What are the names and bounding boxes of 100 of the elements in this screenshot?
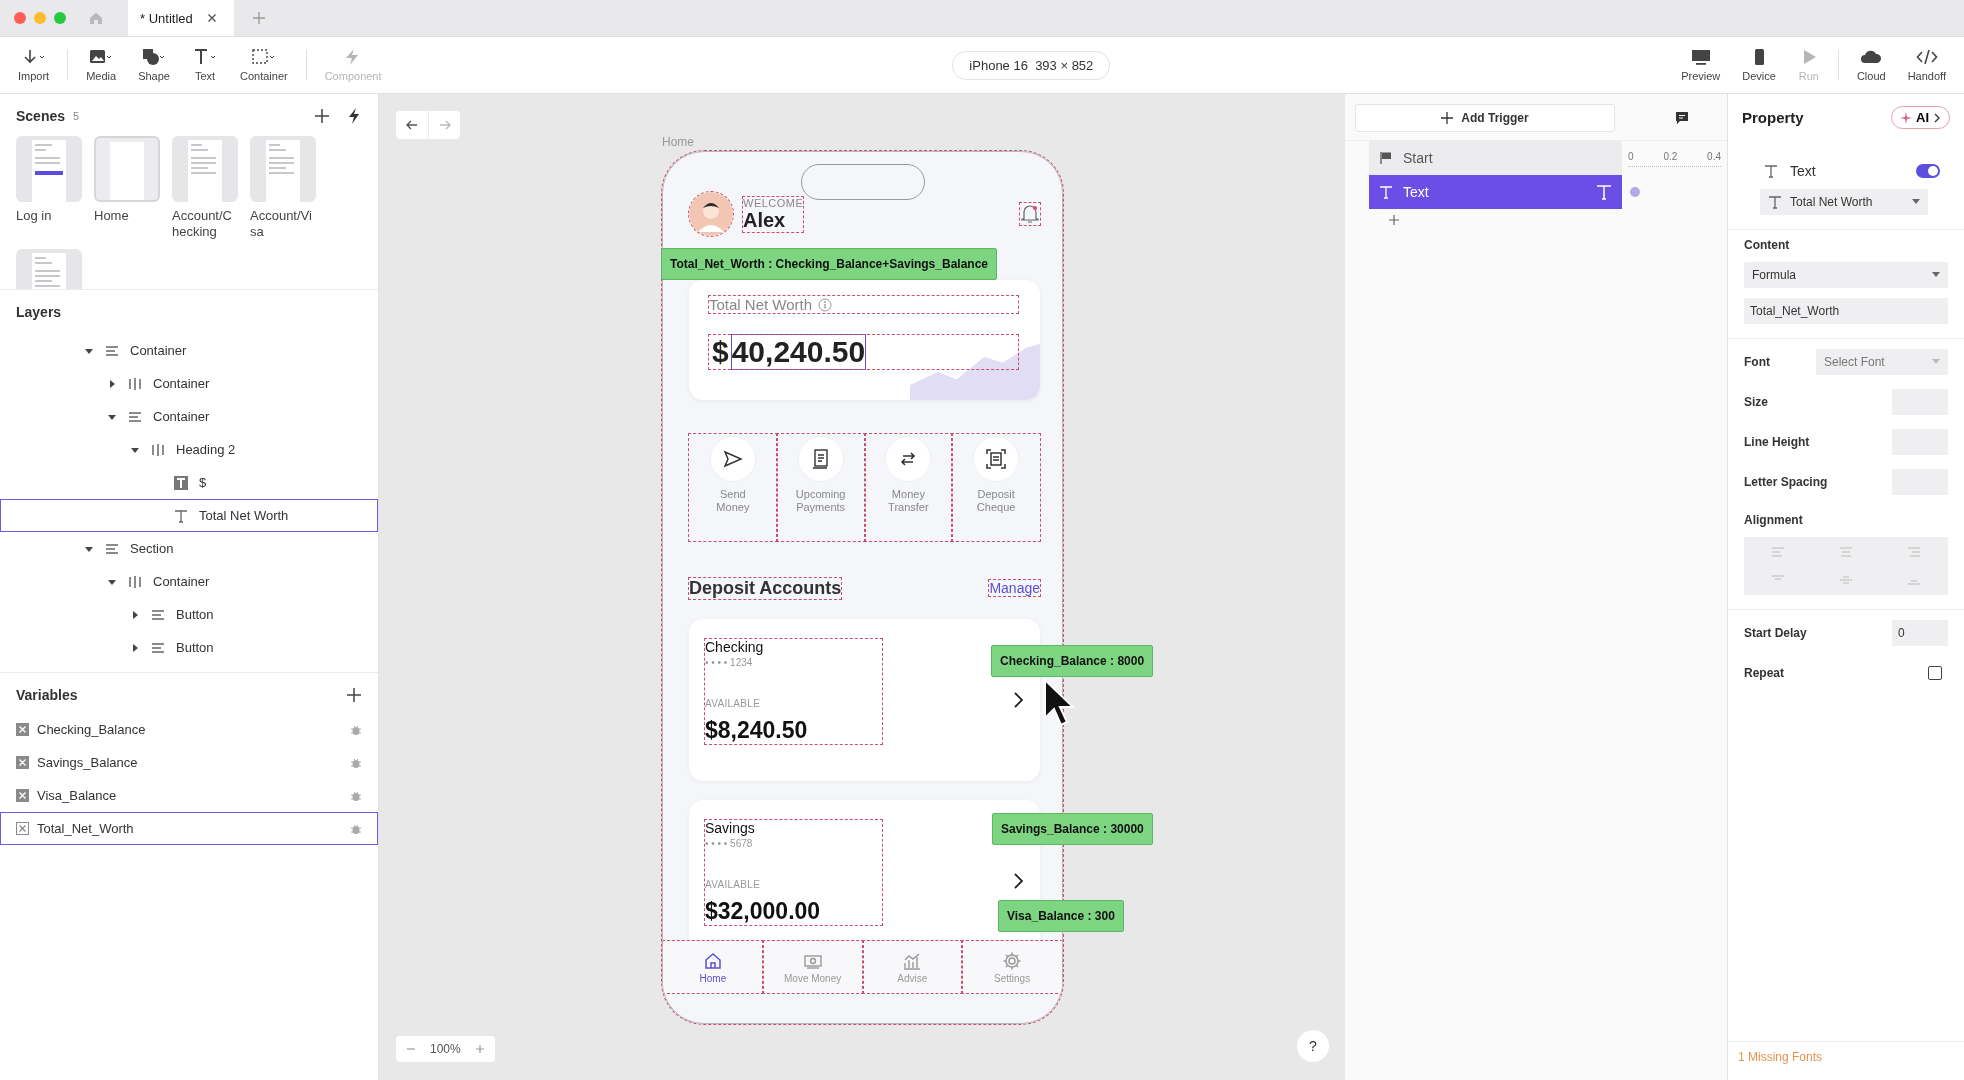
toolbar-button[interactable]: Device (1734, 46, 1784, 84)
layer-item[interactable]: Container (0, 334, 378, 367)
toolbar-button[interactable]: Import (10, 46, 58, 84)
layer-item[interactable]: Section (0, 532, 378, 565)
zoom-in-icon[interactable] (474, 1044, 485, 1054)
field-label: Alignment (1744, 513, 1804, 527)
arrow-left-icon (405, 118, 419, 132)
toolbar-button[interactable]: Cloud (1848, 46, 1894, 84)
toolbar-button[interactable]: Shape (130, 46, 178, 84)
add-trigger-button[interactable]: Add Trigger (1355, 104, 1615, 132)
chevron-right-icon (1933, 112, 1941, 123)
document-tab[interactable]: * Untitled (128, 0, 234, 36)
variable-item[interactable]: Total_Net_Worth (0, 812, 378, 845)
variable-icon (16, 822, 29, 835)
row-layout-icon (127, 375, 143, 392)
info-icon[interactable] (818, 297, 833, 312)
home-icon[interactable] (88, 10, 104, 26)
quick-action-button[interactable] (973, 436, 1020, 482)
panel-title: Layers (16, 304, 62, 320)
help-button[interactable]: ? (1297, 1030, 1329, 1062)
net-worth-label: Total Net Worth (709, 296, 813, 313)
layer-item[interactable]: Container (0, 565, 378, 598)
add-icon[interactable] (346, 687, 362, 703)
add-icon[interactable] (314, 108, 330, 124)
cloud-icon (1860, 48, 1883, 66)
tab-bar-item[interactable]: Home (663, 941, 763, 993)
bug-icon[interactable] (350, 723, 362, 736)
device-selector[interactable]: iPhone 16 393 × 852 (952, 50, 1111, 80)
field-label: Size (1744, 395, 1768, 409)
target-dropdown[interactable]: Total Net Worth (1760, 189, 1928, 215)
toolbar-button[interactable]: Text (183, 46, 226, 84)
tab-title: * Untitled (140, 10, 193, 26)
scene-name: Account/Visa (250, 208, 313, 240)
layer-item[interactable]: Total Net Worth (0, 499, 378, 532)
quick-action-button[interactable] (709, 436, 756, 482)
add-icon[interactable] (1389, 215, 1399, 225)
trigger-row[interactable]: Start (1369, 141, 1622, 175)
content-dropdown[interactable]: Formula (1744, 262, 1948, 288)
code-icon (1915, 48, 1938, 66)
scene-thumbnail[interactable] (250, 136, 316, 202)
caret-down-icon (1932, 359, 1940, 365)
caret-right-icon[interactable] (130, 642, 140, 653)
account-number: • • • • 5678 (705, 838, 754, 849)
variable-item[interactable]: Visa_Balance (0, 779, 378, 812)
trigger-row[interactable]: Text (1369, 175, 1622, 209)
ai-button[interactable]: AI (1891, 106, 1950, 129)
field-label: Font (1744, 355, 1770, 369)
toggle-switch[interactable] (1916, 164, 1940, 178)
close-icon[interactable] (206, 13, 217, 23)
close-window-button[interactable] (14, 12, 26, 24)
caret-right-icon[interactable] (130, 609, 140, 620)
layer-item[interactable]: Button (0, 598, 378, 631)
layer-item[interactable]: $ (0, 466, 378, 499)
variable-icon (16, 756, 29, 769)
quick-action-button[interactable] (797, 436, 844, 482)
field-label: Content (1744, 238, 1791, 252)
caret-right-icon[interactable] (107, 378, 117, 389)
caret-down-icon (1932, 272, 1940, 278)
quick-action-label: Upcoming Payments (794, 488, 847, 515)
scene-thumbnail[interactable] (94, 136, 160, 202)
container-icon (250, 48, 277, 66)
zoom-level[interactable]: 100% (430, 1042, 461, 1056)
layer-item[interactable]: Heading 2 (0, 433, 378, 466)
scene-thumbnail[interactable] (172, 136, 238, 202)
comment-icon[interactable] (1675, 111, 1689, 125)
zoom-window-button[interactable] (54, 12, 66, 24)
layer-item[interactable]: Container (0, 400, 378, 433)
manage-link[interactable]: Manage (989, 580, 1040, 596)
lightning-icon[interactable] (346, 108, 362, 124)
bug-icon[interactable] (350, 822, 362, 835)
bell-icon[interactable] (1020, 203, 1040, 225)
variable-item[interactable]: Savings_Balance (0, 746, 378, 779)
element-type: Text (1790, 163, 1816, 179)
minimize-window-button[interactable] (34, 12, 46, 24)
field-label: Start Delay (1744, 626, 1807, 640)
variable-tag: Total_Net_Worth : Checking_Balance+Savings_Balance (661, 248, 997, 280)
bug-icon[interactable] (350, 789, 362, 802)
toolbar-button[interactable]: Preview (1673, 46, 1729, 84)
toolbar-button[interactable]: Media (78, 46, 125, 84)
layer-item[interactable]: Container (0, 367, 378, 400)
delay-field[interactable]: 0 (1892, 620, 1948, 646)
account-name: Savings (705, 820, 756, 836)
panel-title: Scenes (16, 108, 66, 124)
repeat-checkbox[interactable] (1928, 666, 1942, 680)
formula-field[interactable]: Total_Net_Worth (1744, 298, 1948, 324)
quick-action-button[interactable] (885, 436, 932, 482)
font-dropdown[interactable]: Select Font (1816, 349, 1948, 375)
section-title: Deposit Accounts (689, 577, 842, 599)
account-balance: $32,000.00 (705, 898, 822, 925)
balance-caption: AVAILABLE (705, 698, 762, 709)
new-tab-icon[interactable] (252, 11, 266, 25)
keyframe-dot[interactable] (1630, 187, 1640, 197)
toolbar-button[interactable]: Container (231, 46, 296, 84)
scene-thumbnail[interactable] (16, 136, 82, 202)
home-icon (702, 950, 723, 971)
layer-item[interactable]: Button (0, 631, 378, 664)
variable-item[interactable]: Checking_Balance (0, 713, 378, 746)
flag-icon (1379, 151, 1393, 165)
toolbar-button[interactable]: Handoff (1899, 46, 1954, 84)
bug-icon[interactable] (350, 756, 362, 769)
